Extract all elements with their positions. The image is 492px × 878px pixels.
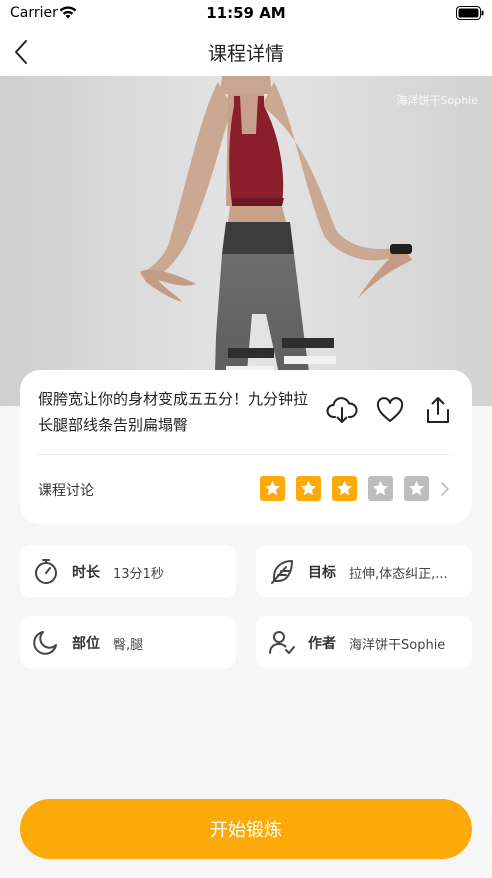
page-title: 课程详情 bbox=[207, 43, 284, 65]
user-check-icon bbox=[269, 631, 295, 654]
author-label: 作者 bbox=[308, 636, 336, 652]
goal-tile: 目标 拉伸,体态纠正,... bbox=[256, 545, 472, 597]
battery-icon bbox=[456, 6, 484, 20]
status-time: 11:59 AM bbox=[206, 4, 286, 22]
moon-icon bbox=[33, 631, 57, 655]
course-title: 假胯宽让你的身材变成五五分！九分钟拉长腿部线条告别扁塌臀 bbox=[38, 390, 309, 434]
course-cover-image: 海洋饼干Sophie bbox=[0, 76, 492, 406]
share-button[interactable] bbox=[422, 394, 454, 426]
goal-value: 拉伸,体态纠正,... bbox=[349, 567, 448, 582]
heart-icon bbox=[376, 397, 404, 422]
nav-bar: 课程详情 bbox=[0, 28, 492, 76]
rating-stars bbox=[260, 476, 429, 501]
duration-tile: 时长 13分1秒 bbox=[20, 545, 236, 597]
duration-label: 时长 bbox=[72, 565, 100, 581]
star-empty-icon bbox=[368, 476, 393, 501]
download-button[interactable] bbox=[326, 394, 358, 426]
status-bar: Carrier 11:59 AM bbox=[0, 0, 492, 28]
author-tile: 作者 海洋饼干Sophie bbox=[256, 616, 472, 668]
duration-value: 13分1秒 bbox=[113, 567, 164, 582]
favorite-button[interactable] bbox=[374, 394, 406, 426]
author-value: 海洋饼干Sophie bbox=[349, 638, 446, 653]
course-discussion-row[interactable]: 课程讨论 bbox=[20, 455, 472, 524]
course-info-card: 假胯宽让你的身材变成五五分！九分钟拉长腿部线条告别扁塌臀 课程讨论 bbox=[20, 370, 472, 524]
start-workout-button[interactable]: 开始锻炼 bbox=[20, 799, 472, 859]
star-filled-icon bbox=[296, 476, 321, 501]
share-icon bbox=[427, 397, 449, 423]
body-part-label: 部位 bbox=[72, 636, 100, 652]
goal-label: 目标 bbox=[308, 565, 336, 581]
body-part-value: 臀,腿 bbox=[113, 638, 144, 653]
feather-icon bbox=[271, 560, 293, 584]
star-filled-icon bbox=[260, 476, 285, 501]
star-empty-icon bbox=[404, 476, 429, 501]
download-icon bbox=[326, 397, 358, 423]
body-part-tile: 部位 臀,腿 bbox=[20, 616, 236, 668]
course-cover-illustration bbox=[0, 76, 492, 406]
watermark-text: 海洋饼干Sophie bbox=[396, 94, 479, 107]
star-filled-icon bbox=[332, 476, 357, 501]
discussion-label: 课程讨论 bbox=[38, 483, 94, 499]
stopwatch-icon bbox=[35, 559, 57, 584]
chevron-right-icon bbox=[441, 482, 449, 496]
